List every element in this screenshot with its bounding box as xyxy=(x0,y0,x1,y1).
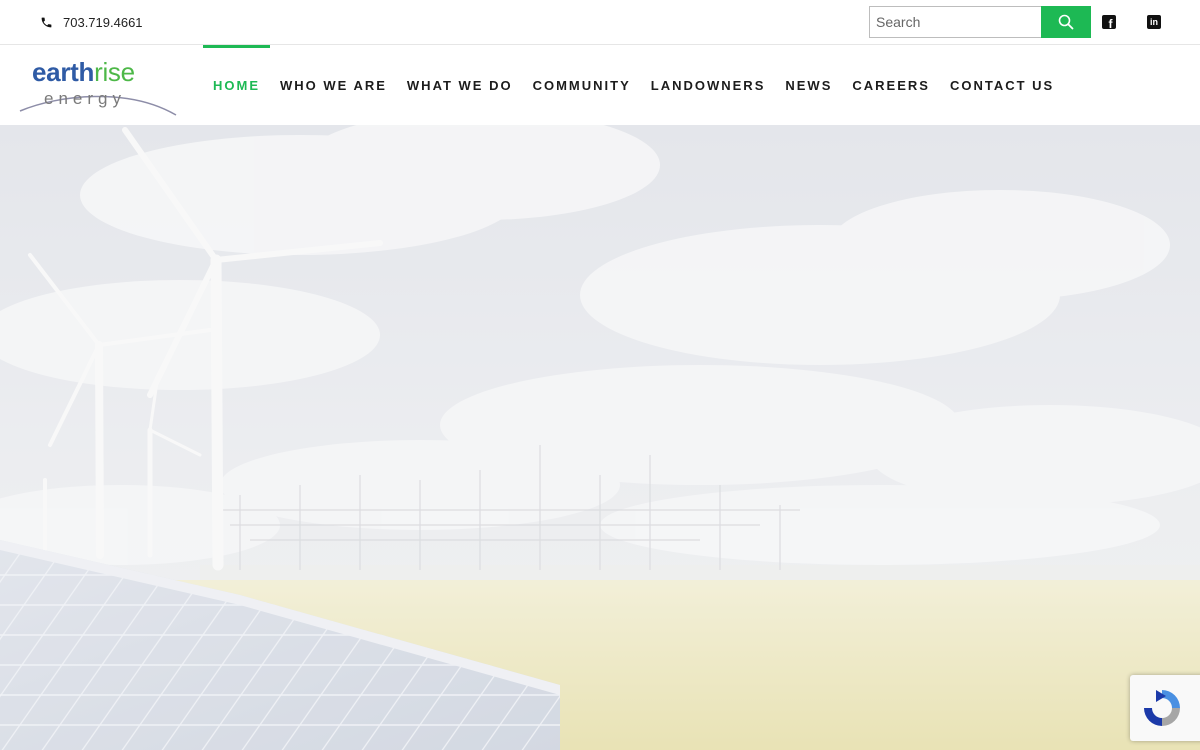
nav-news[interactable]: NEWS xyxy=(775,45,842,125)
nav-landowners[interactable]: LANDOWNERS xyxy=(641,45,776,125)
nav-who-we-are[interactable]: WHO WE ARE xyxy=(270,45,397,125)
phone-contact[interactable]: 703.719.4661 xyxy=(40,14,143,30)
phone-number: 703.719.4661 xyxy=(63,14,143,30)
nav-careers[interactable]: CAREERS xyxy=(842,45,940,125)
main-nav: HOME WHO WE ARE WHAT WE DO COMMUNITY LAN… xyxy=(203,45,1064,125)
phone-icon xyxy=(41,17,52,27)
recaptcha-badge[interactable] xyxy=(1130,675,1200,741)
recaptcha-icon xyxy=(1144,690,1180,726)
search-icon xyxy=(1058,14,1074,30)
main-header: earthrise energy HOME WHO WE ARE WHAT WE… xyxy=(0,45,1200,125)
linkedin-icon[interactable]: in xyxy=(1147,15,1161,29)
nav-contact-us[interactable]: CONTACT US xyxy=(940,45,1064,125)
hero-image xyxy=(0,125,1200,750)
search-button[interactable] xyxy=(1041,6,1091,38)
logo-wordmark: earthrise xyxy=(32,57,135,88)
logo-word-earth: earth xyxy=(32,57,95,87)
earthrise-logo[interactable]: earthrise energy xyxy=(18,55,180,116)
top-bar: 703.719.4661 f in xyxy=(0,0,1200,45)
facebook-icon[interactable]: f xyxy=(1102,15,1116,29)
logo-word-rise: rise xyxy=(94,57,135,87)
nav-community[interactable]: COMMUNITY xyxy=(523,45,641,125)
search-input[interactable] xyxy=(869,6,1041,38)
logo-subtitle: energy xyxy=(44,89,126,108)
nav-home[interactable]: HOME xyxy=(203,45,270,125)
nav-what-we-do[interactable]: WHAT WE DO xyxy=(397,45,523,125)
hero-banner xyxy=(0,125,1200,750)
search-form xyxy=(869,6,1091,38)
